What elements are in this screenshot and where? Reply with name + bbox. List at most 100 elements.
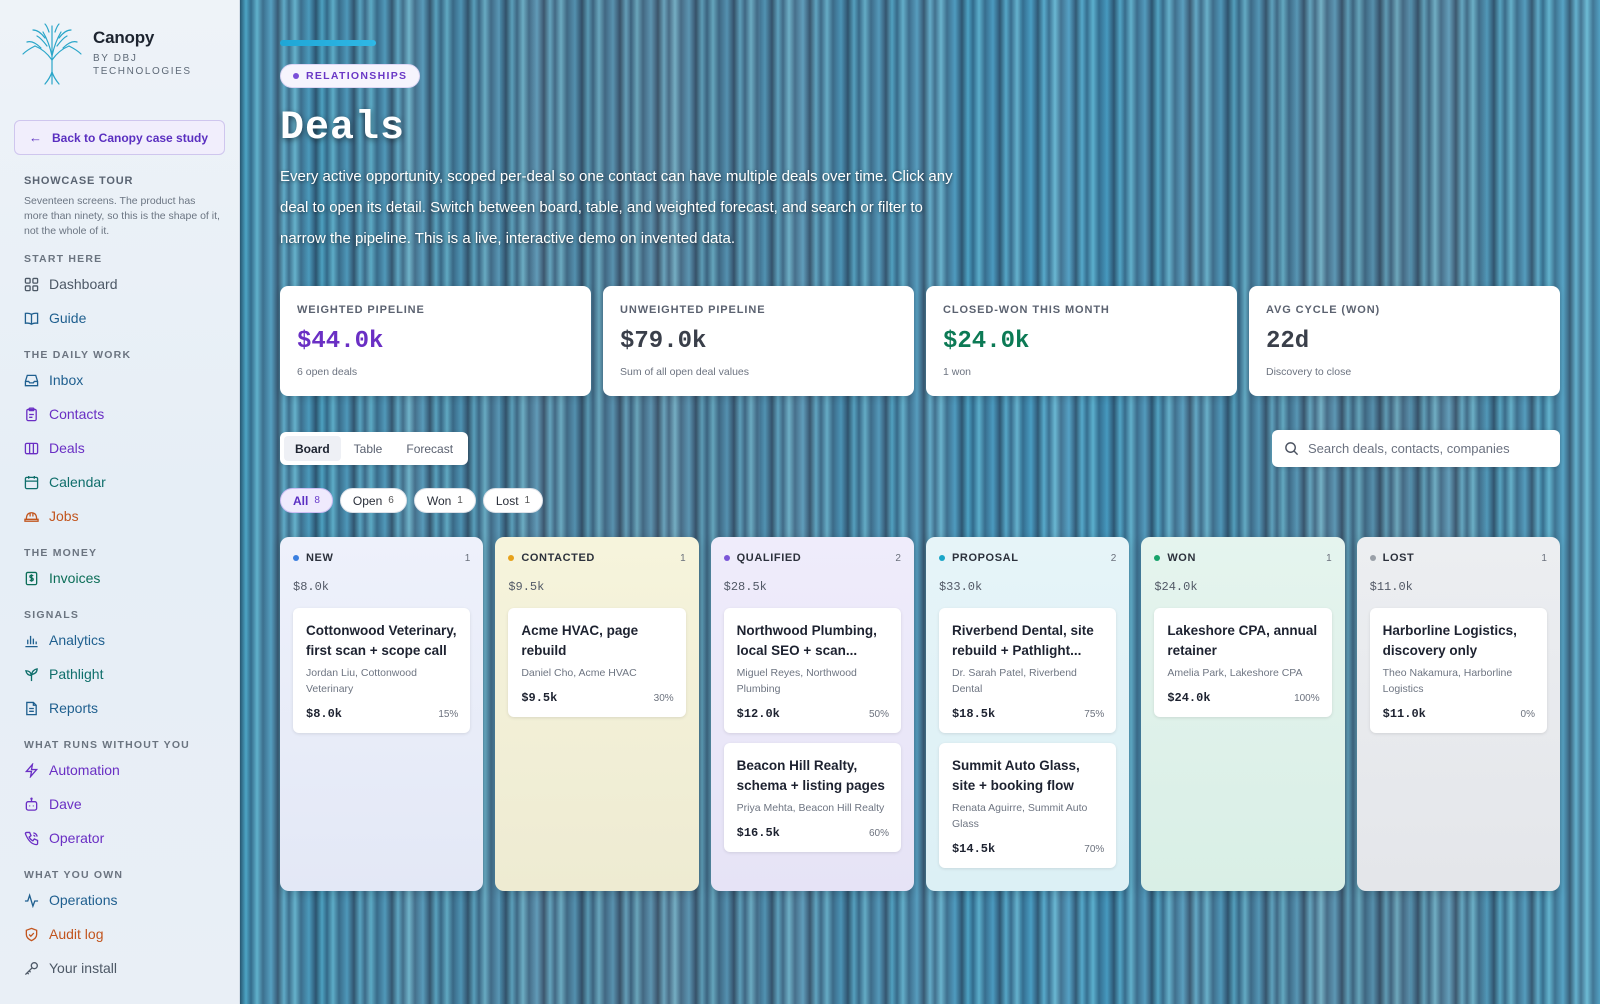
inbox-icon (24, 374, 39, 386)
shield-check-icon (25, 927, 38, 941)
tour-description: Seventeen screens. The product has more … (24, 195, 220, 237)
column-total: $8.0k (293, 580, 330, 594)
lightning-icon (24, 762, 39, 778)
sidebar-item-dashboard[interactable]: Dashboard (14, 267, 225, 301)
bar-chart-icon (25, 635, 38, 647)
deal-card[interactable]: Acme HVAC, page rebuild Daniel Cho, Acme… (508, 608, 686, 717)
stats-row: WEIGHTED PIPELINE $44.0k 6 open deals UN… (280, 286, 1560, 396)
receipt-dollar-icon (25, 571, 38, 585)
nav-section-you-own: WHAT YOU OWN (24, 869, 124, 881)
sidebar-item-inbox[interactable]: Inbox (14, 363, 225, 397)
columns-icon (24, 442, 39, 454)
stat-value: $79.0k (620, 328, 707, 355)
brand-name: Canopy (93, 28, 155, 47)
activity-icon (24, 892, 39, 908)
board-column-contacted: CONTACTED 1 $9.5k Acme HVAC, page rebuild… (495, 537, 699, 891)
accent-bar (280, 40, 376, 46)
calendar-icon (24, 475, 39, 489)
stage-dot (938, 555, 945, 561)
deal-card[interactable]: Cottonwood Veterinary, first scan + scop… (293, 608, 471, 733)
view-tabs: Board Table Forecast (280, 432, 469, 465)
nav-section-runs-without-you: WHAT RUNS WITHOUT YOU (24, 739, 190, 751)
book-icon (24, 312, 39, 325)
back-to-case-study-button[interactable]: ← Back to Canopy case study (14, 120, 225, 155)
nav-section-start-here: START HERE (24, 253, 103, 265)
chip-dot (293, 73, 299, 79)
deal-card[interactable]: Harborline Logistics, discovery only The… (1369, 608, 1547, 733)
deal-card[interactable]: Summit Auto Glass, site + booking flow R… (938, 743, 1117, 868)
board-column-new: NEW 1 $8.0k Cottonwood Veterinary, first … (280, 537, 484, 891)
section-chip: RELATIONSHIPS (280, 64, 421, 88)
sidebar-item-deals[interactable]: Deals (14, 431, 225, 465)
sidebar-item-operator[interactable]: Operator (14, 821, 225, 855)
sidebar-item-invoices[interactable]: Invoices (14, 561, 225, 595)
column-total: $28.5k (723, 580, 767, 594)
tour-title: SHOWCASE TOUR (24, 175, 134, 187)
sidebar-item-calendar[interactable]: Calendar (14, 465, 225, 499)
page-title: Deals (280, 106, 406, 151)
sidebar-item-dave[interactable]: Dave (14, 787, 225, 821)
phone-icon (24, 831, 39, 845)
sidebar-item-pathlight[interactable]: Pathlight (14, 657, 225, 691)
stage-dot (1369, 555, 1376, 561)
deal-board: NEW 1 $8.0k Cottonwood Veterinary, first … (280, 537, 1560, 891)
page-description: Every active opportunity, scoped per-dea… (280, 168, 953, 247)
search-box[interactable] (1272, 430, 1560, 467)
hard-hat-icon (24, 511, 39, 522)
column-total: $9.5k (508, 580, 545, 594)
stage-dot (1154, 555, 1161, 561)
tab-board[interactable]: Board (284, 436, 341, 461)
filter-won[interactable]: Won 1 (413, 488, 476, 513)
filter-open[interactable]: Open 6 (339, 488, 407, 513)
search-icon (1285, 442, 1299, 456)
tree-logo-icon (22, 23, 82, 85)
board-column-won: WON 1 $24.0k Lakeshore CPA, annual retain… (1141, 537, 1345, 891)
stat-value: 22d (1266, 328, 1310, 355)
sidebar-item-reports[interactable]: Reports (14, 691, 225, 725)
stat-unweighted-pipeline: UNWEIGHTED PIPELINE $79.0k Sum of all op… (603, 286, 914, 396)
stat-value: $44.0k (297, 328, 384, 355)
brand-subtitle: BY DBJ TECHNOLOGIES (93, 53, 192, 77)
sidebar-item-jobs[interactable]: Jobs (14, 499, 225, 533)
sidebar-item-automation[interactable]: Automation (14, 753, 225, 787)
sidebar-item-guide[interactable]: Guide (14, 301, 225, 335)
column-total: $11.0k (1369, 580, 1413, 594)
clipboard-icon (26, 406, 37, 421)
sidebar-item-analytics[interactable]: Analytics (14, 623, 225, 657)
deal-card[interactable]: Lakeshore CPA, annual retainer Amelia Pa… (1154, 608, 1332, 717)
deal-card[interactable]: Riverbend Dental, site rebuild + Pathlig… (938, 608, 1117, 733)
key-icon (24, 961, 38, 975)
sprout-icon (25, 667, 38, 681)
sidebar-item-audit-log[interactable]: Audit log (14, 917, 225, 951)
board-column-qualified: QUALIFIED 2 $28.5k Northwood Plumbing, lo… (710, 537, 914, 891)
document-icon (26, 701, 37, 715)
nav-section-daily-work: THE DAILY WORK (24, 349, 132, 361)
nav-section-money: THE MONEY (24, 547, 98, 559)
deal-card[interactable]: Beacon Hill Realty, schema + listing pag… (723, 743, 901, 852)
grid-icon (24, 277, 39, 291)
sidebar: Canopy BY DBJ TECHNOLOGIES ← Back to Can… (0, 0, 240, 1004)
board-column-lost: LOST 1 $11.0k Harborline Logistics, disco… (1356, 537, 1560, 891)
tab-forecast[interactable]: Forecast (395, 436, 464, 461)
main-content: RELATIONSHIPS Deals Every active opportu… (240, 0, 1600, 1004)
robot-icon (25, 796, 38, 811)
board-column-proposal: PROPOSAL 2 $33.0k Riverbend Dental, site … (925, 537, 1130, 891)
stage-dot (508, 555, 515, 561)
arrow-left-icon: ← (29, 130, 42, 145)
tab-table[interactable]: Table (343, 436, 394, 461)
search-input[interactable] (1308, 441, 1548, 456)
stage-dot (723, 555, 730, 561)
nav-section-signals: SIGNALS (24, 609, 80, 621)
stat-value: $24.0k (943, 328, 1030, 355)
sidebar-item-contacts[interactable]: Contacts (14, 397, 225, 431)
brand[interactable]: Canopy BY DBJ TECHNOLOGIES (14, 18, 225, 88)
sidebar-item-your-install[interactable]: Your install (14, 951, 225, 985)
filter-lost[interactable]: Lost 1 (482, 488, 544, 513)
filter-chips: All 8 Open 6 Won 1 Lost 1 (280, 488, 544, 513)
stat-closed-won: CLOSED-WON THIS MONTH $24.0k 1 won (926, 286, 1237, 396)
filter-all[interactable]: All 8 (280, 488, 333, 513)
column-total: $33.0k (938, 580, 983, 594)
deal-card[interactable]: Northwood Plumbing, local SEO + scan... … (723, 608, 901, 733)
sidebar-item-operations[interactable]: Operations (14, 883, 225, 917)
column-total: $24.0k (1154, 580, 1198, 594)
